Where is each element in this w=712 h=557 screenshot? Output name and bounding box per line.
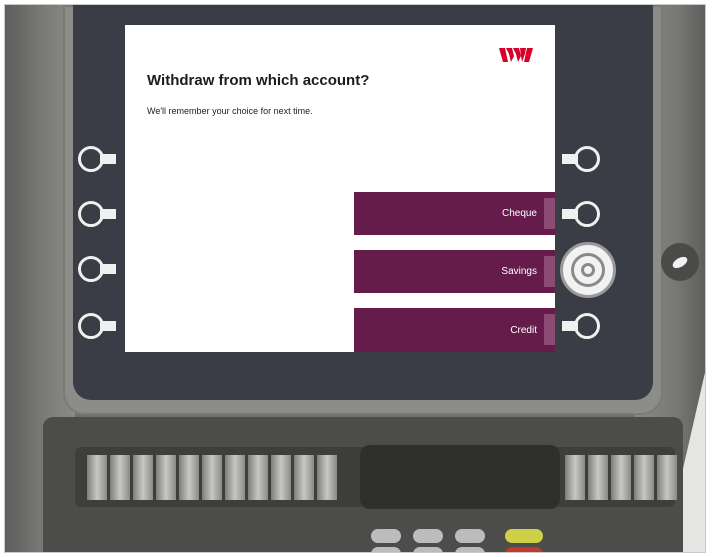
- keypad-clear-key[interactable]: [505, 529, 543, 543]
- keypad-key-6[interactable]: [455, 547, 485, 552]
- credit-button-tab: [544, 314, 555, 345]
- cheque-button-tab: [544, 198, 555, 229]
- left-function-key-2[interactable]: [78, 201, 118, 227]
- credit-button[interactable]: Credit: [354, 308, 555, 352]
- keypad-key-5[interactable]: [413, 547, 443, 552]
- savings-button-label: Savings: [501, 266, 537, 277]
- left-function-key-3[interactable]: [78, 256, 118, 282]
- card-slot-recess: [360, 445, 560, 509]
- side-indicator: [661, 243, 699, 281]
- keypad-key-4[interactable]: [371, 547, 401, 552]
- savings-button-tab: [544, 256, 555, 287]
- atm-machine: Withdraw from which account? We'll remem…: [4, 4, 706, 553]
- screen-subtitle: We'll remember your choice for next time…: [147, 106, 313, 116]
- keypad-cancel-key[interactable]: [505, 547, 543, 552]
- right-function-key-savings-selected[interactable]: [560, 242, 616, 298]
- keypad-key-3[interactable]: [455, 529, 485, 543]
- westpac-logo-icon: [499, 48, 533, 62]
- cash-dispenser-grille: [87, 455, 340, 500]
- savings-button[interactable]: Savings: [354, 250, 555, 293]
- screen-title: Withdraw from which account?: [147, 72, 370, 89]
- cheque-button-label: Cheque: [501, 208, 537, 219]
- atm-screen: Withdraw from which account? We'll remem…: [125, 25, 555, 352]
- left-function-key-1[interactable]: [78, 146, 118, 172]
- cheque-button[interactable]: Cheque: [354, 192, 555, 235]
- right-function-key-cheque[interactable]: [560, 201, 600, 227]
- left-function-key-4[interactable]: [78, 313, 118, 339]
- keypad-key-2[interactable]: [413, 529, 443, 543]
- right-function-key-1[interactable]: [560, 146, 600, 172]
- card-reader-grille: [565, 455, 680, 500]
- keypad-key-1[interactable]: [371, 529, 401, 543]
- credit-button-label: Credit: [510, 324, 537, 336]
- right-function-key-credit[interactable]: [560, 313, 600, 339]
